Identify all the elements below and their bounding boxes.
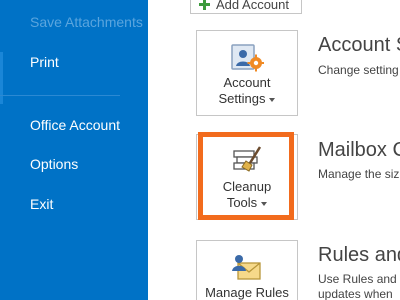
nav-save-attachments[interactable]: Save Attachments — [30, 14, 143, 30]
account-settings-title: Account S — [318, 34, 400, 56]
account-settings-desc: Change setting — [318, 63, 399, 77]
nav-print[interactable]: Print — [30, 54, 59, 70]
account-settings-button[interactable]: Account Settings — [196, 30, 298, 116]
add-account-label: Add Account — [216, 0, 289, 12]
account-settings-label-line2: Settings — [218, 91, 266, 106]
dropdown-caret-icon — [269, 97, 276, 102]
manage-rules-label: Manage Rules — [205, 285, 289, 300]
mailbox-cleanup-desc: Manage the siz — [318, 167, 400, 181]
nav-options[interactable]: Options — [30, 156, 78, 172]
nav-divider — [0, 95, 120, 96]
nav-exit[interactable]: Exit — [30, 196, 53, 212]
add-account-button[interactable]: Add Account — [190, 0, 302, 14]
account-info-panel: Add Account Account Settings Cleanup Too… — [148, 0, 400, 300]
rules-alerts-desc-line1: Use Rules and — [318, 272, 397, 286]
mailbox-cleanup-title: Mailbox C — [318, 139, 400, 161]
account-settings-icon — [230, 39, 265, 73]
nav-selection-indicator — [0, 52, 3, 104]
plus-icon — [199, 0, 210, 10]
rules-alerts-title: Rules and — [318, 244, 400, 266]
manage-rules-button[interactable]: Manage Rules — [196, 240, 298, 300]
account-settings-label-line1: Account — [223, 75, 271, 90]
rules-alerts-desc-line2: updates when — [318, 287, 393, 300]
manage-rules-icon — [230, 249, 264, 283]
nav-office-account[interactable]: Office Account — [30, 117, 120, 133]
highlight-annotation-box — [198, 132, 294, 220]
backstage-nav: Save Attachments Print Office Account Op… — [0, 0, 148, 300]
